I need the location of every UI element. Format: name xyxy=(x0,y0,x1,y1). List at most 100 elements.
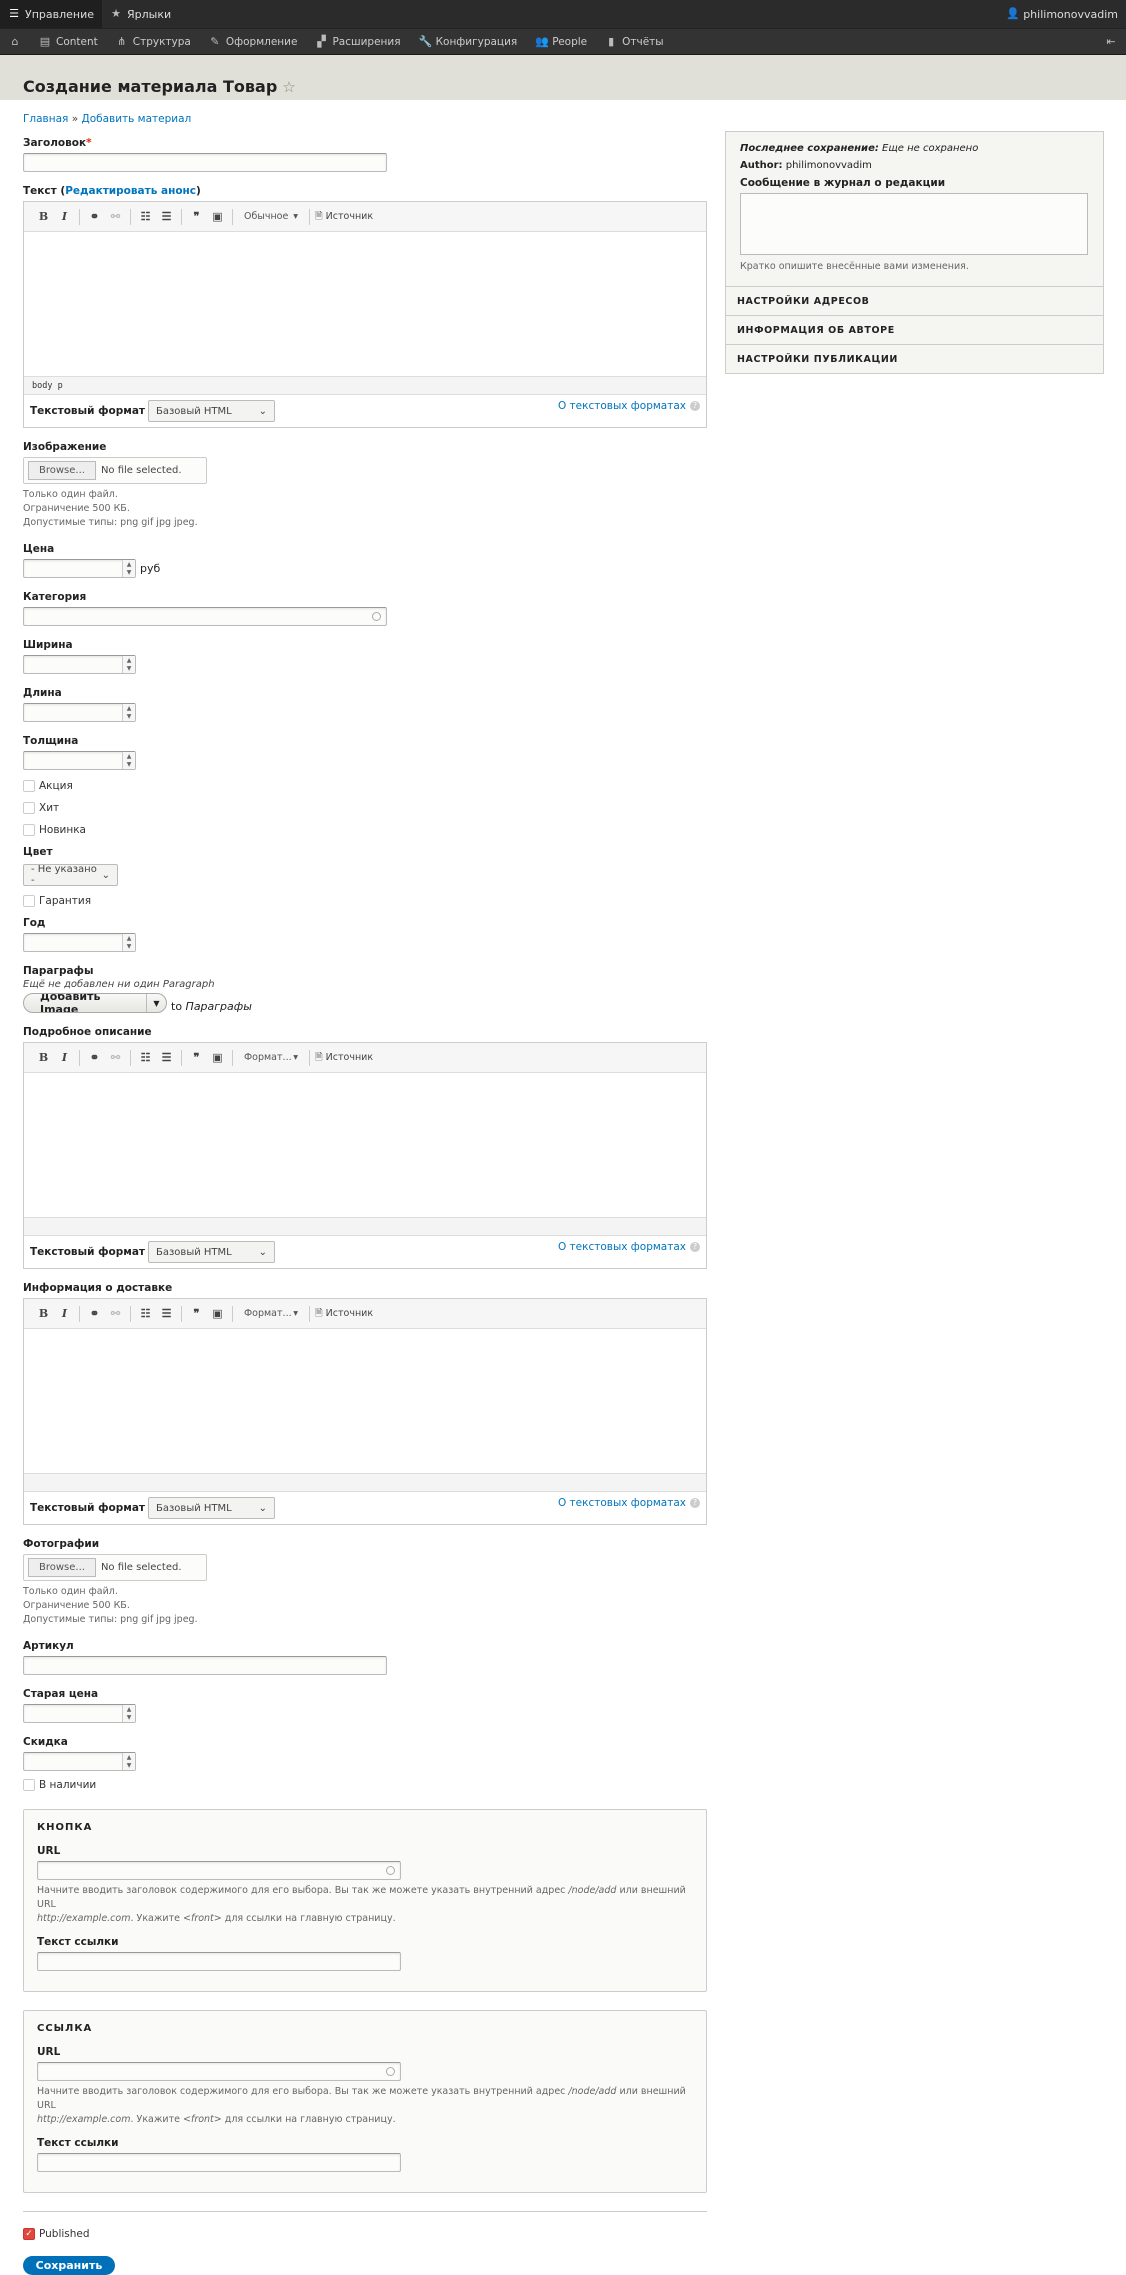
link-url-input[interactable] xyxy=(37,2062,401,2081)
source-button[interactable]: 🗎 Источник xyxy=(315,1306,373,1322)
unlink-icon[interactable]: ⚯ xyxy=(106,210,125,223)
shortcuts-tab[interactable]: ★ Ярлыки xyxy=(102,0,179,28)
spinner-icon[interactable]: ▲ ▼ xyxy=(122,1753,135,1770)
about-text-formats-link[interactable]: О текстовых форматах? xyxy=(558,400,700,412)
url-settings-section[interactable]: НАСТРОЙКИ АДРЕСОВ xyxy=(726,286,1103,315)
italic-icon[interactable]: I xyxy=(55,1307,74,1320)
color-select[interactable]: - Не указано - ⌄ xyxy=(23,864,118,886)
sku-input[interactable] xyxy=(23,1656,387,1675)
menu-item-people[interactable]: 👥 People xyxy=(526,34,596,48)
in-stock-checkbox[interactable]: В наличии xyxy=(23,1779,707,1791)
numbered-list-icon[interactable]: ☰ xyxy=(157,1307,176,1320)
numbered-list-icon[interactable]: ☰ xyxy=(157,210,176,223)
format-dropdown[interactable]: Формат... ▾ xyxy=(238,1308,304,1319)
new-checkbox[interactable]: Новинка xyxy=(23,824,707,836)
category-autocomplete[interactable] xyxy=(23,607,387,626)
people-icon: 👥 xyxy=(535,34,549,48)
source-button[interactable]: 🗎 Источник xyxy=(315,1050,373,1066)
user-tab[interactable]: 👤 philimonovvadim xyxy=(998,0,1126,28)
photos-file-input[interactable]: Browse... No file selected. xyxy=(23,1554,207,1581)
menu-item-content[interactable]: ▤ Content xyxy=(30,35,107,48)
link-icon[interactable]: ⚭ xyxy=(85,210,104,223)
sku-label: Артикул xyxy=(23,1640,74,1652)
link-link-text-input[interactable] xyxy=(37,2153,401,2172)
bulleted-list-icon[interactable]: ☷ xyxy=(136,210,155,223)
menu-item-appearance[interactable]: ✎ Оформление xyxy=(200,34,307,48)
blockquote-icon[interactable]: ❞ xyxy=(187,1051,206,1064)
add-image-button[interactable]: Добавить Image ▼ xyxy=(23,993,167,1013)
old-price-input[interactable]: ▲ ▼ xyxy=(23,1704,136,1723)
numbered-list-icon[interactable]: ☰ xyxy=(157,1051,176,1064)
image-icon[interactable]: ▣ xyxy=(208,1051,227,1064)
width-input[interactable]: ▲ ▼ xyxy=(23,655,136,674)
link-icon[interactable]: ⚭ xyxy=(85,1051,104,1064)
browse-button[interactable]: Browse... xyxy=(28,1558,96,1577)
discount-input[interactable]: ▲ ▼ xyxy=(23,1752,136,1771)
bold-icon[interactable]: B xyxy=(34,1051,53,1064)
bold-icon[interactable]: B xyxy=(34,1307,53,1320)
chevron-down-icon: ⌄ xyxy=(258,1246,267,1258)
format-dropdown[interactable]: Обычное ▾ xyxy=(238,211,304,222)
editor-content[interactable] xyxy=(24,1329,706,1473)
star-shortcut-icon[interactable]: ☆ xyxy=(282,78,295,96)
about-text-formats-link[interactable]: О текстовых форматах? xyxy=(558,1241,700,1253)
text-format-select[interactable]: Базовый HTML ⌄ xyxy=(148,400,275,422)
menu-item-reports[interactable]: ▮ Отчёты xyxy=(596,35,672,48)
blockquote-icon[interactable]: ❞ xyxy=(187,210,206,223)
spinner-icon[interactable]: ▲ ▼ xyxy=(122,704,135,721)
spinner-icon[interactable]: ▲ ▼ xyxy=(122,1705,135,1722)
browse-button[interactable]: Browse... xyxy=(28,461,96,480)
menu-item-structure[interactable]: ⋔ Структура xyxy=(107,35,200,48)
appearance-icon: ✎ xyxy=(210,34,220,48)
sale-checkbox[interactable]: Акция xyxy=(23,780,707,792)
warranty-checkbox[interactable]: Гарантия xyxy=(23,895,707,907)
about-text-formats-link[interactable]: О текстовых форматах? xyxy=(558,1497,700,1509)
publishing-settings-section[interactable]: НАСТРОЙКИ ПУБЛИКАЦИИ xyxy=(726,344,1103,373)
hit-checkbox[interactable]: Хит xyxy=(23,802,707,814)
image-icon[interactable]: ▣ xyxy=(208,210,227,223)
node-form: Заголовок* Текст (Редактировать анонс) B… xyxy=(23,137,707,2275)
text-format-select[interactable]: Базовый HTML ⌄ xyxy=(148,1241,275,1263)
year-input[interactable]: ▲ ▼ xyxy=(23,933,136,952)
thickness-input[interactable]: ▲ ▼ xyxy=(23,751,136,770)
bulleted-list-icon[interactable]: ☷ xyxy=(136,1307,155,1320)
length-input[interactable]: ▲ ▼ xyxy=(23,703,136,722)
spinner-icon[interactable]: ▲ ▼ xyxy=(122,560,135,577)
spinner-icon[interactable]: ▲ ▼ xyxy=(122,752,135,769)
save-button[interactable]: Сохранить xyxy=(23,2256,115,2275)
manage-tab[interactable]: ☰ Управление xyxy=(0,0,103,28)
dropdown-caret-icon[interactable]: ▼ xyxy=(147,999,166,1008)
home-icon[interactable]: ⌂ xyxy=(0,35,30,48)
italic-icon[interactable]: I xyxy=(55,1051,74,1064)
format-dropdown[interactable]: Формат... ▾ xyxy=(238,1052,304,1063)
published-checkbox[interactable]: ✓ Published xyxy=(23,2228,707,2240)
unlink-icon[interactable]: ⚯ xyxy=(106,1051,125,1064)
menu-item-extend[interactable]: ▞ Расширения xyxy=(306,35,409,48)
link-icon[interactable]: ⚭ xyxy=(85,1307,104,1320)
bold-icon[interactable]: B xyxy=(34,210,53,223)
button-url-input[interactable] xyxy=(37,1861,401,1880)
breadcrumb-home[interactable]: Главная xyxy=(23,113,68,125)
price-input[interactable]: ▲ ▼ xyxy=(23,559,136,578)
blockquote-icon[interactable]: ❞ xyxy=(187,1307,206,1320)
image-icon[interactable]: ▣ xyxy=(208,1307,227,1320)
bulleted-list-icon[interactable]: ☷ xyxy=(136,1051,155,1064)
image-file-input[interactable]: Browse... No file selected. xyxy=(23,457,207,484)
title-input[interactable] xyxy=(23,153,387,172)
editor-content[interactable] xyxy=(24,232,706,376)
category-label: Категория xyxy=(23,591,87,603)
editor-content[interactable] xyxy=(24,1073,706,1217)
author-info-section[interactable]: ИНФОРМАЦИЯ ОБ АВТОРЕ xyxy=(726,315,1103,344)
menu-item-config[interactable]: 🔧 Конфигурация xyxy=(410,35,527,48)
text-format-select[interactable]: Базовый HTML ⌄ xyxy=(148,1497,275,1519)
spinner-icon[interactable]: ▲ ▼ xyxy=(122,934,135,951)
button-link-text-input[interactable] xyxy=(37,1952,401,1971)
spinner-icon[interactable]: ▲ ▼ xyxy=(122,656,135,673)
revision-log-textarea[interactable] xyxy=(740,193,1088,255)
italic-icon[interactable]: I xyxy=(55,210,74,223)
unlink-icon[interactable]: ⚯ xyxy=(106,1307,125,1320)
source-button[interactable]: 🗎 Источник xyxy=(315,209,373,225)
edit-summary-link[interactable]: Редактировать анонс xyxy=(65,185,196,197)
breadcrumb-add-content[interactable]: Добавить материал xyxy=(81,113,191,125)
orientation-toggle-icon[interactable]: ⇤ xyxy=(1096,35,1126,48)
